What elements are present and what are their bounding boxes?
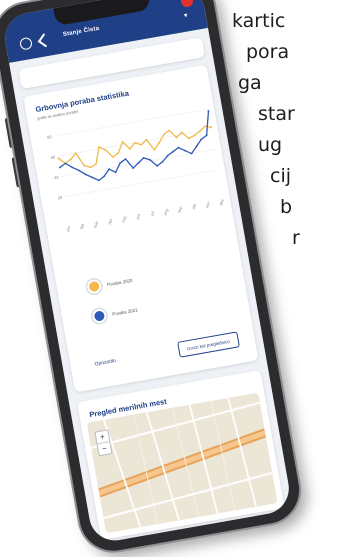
data-point xyxy=(207,110,210,112)
side-text-line: ga xyxy=(238,72,262,94)
side-text-line: kartic xyxy=(232,10,286,32)
chevron-down-icon[interactable]: ▾ xyxy=(183,11,189,20)
y-tick-label: 20 xyxy=(57,195,63,201)
app-title: Stanje Čista xyxy=(62,25,100,39)
settings-icon[interactable] xyxy=(19,36,33,51)
side-text-line: r xyxy=(292,227,300,249)
legend-swatch xyxy=(91,307,108,325)
side-text-line: pora xyxy=(246,41,290,63)
warning-link-button[interactable]: Opozorilo xyxy=(94,358,116,368)
series-line xyxy=(59,111,210,182)
x-tick-label: jun xyxy=(134,213,141,221)
side-text-line: star xyxy=(258,103,295,125)
x-tick-label: jul xyxy=(149,210,155,217)
x-tick-label: dec xyxy=(218,198,225,206)
map-card: Pregled merilnih mest + − xyxy=(77,369,285,541)
x-tick-label: feb xyxy=(79,222,86,230)
x-tick-label: maj xyxy=(120,215,127,223)
x-tick-label: apr xyxy=(107,217,114,225)
notification-badge[interactable] xyxy=(180,0,194,9)
x-tick-label: jan xyxy=(65,225,72,233)
legend-label: Poraba 2020 xyxy=(106,277,133,287)
x-tick-label: avg xyxy=(162,208,169,216)
y-tick-label: 60 xyxy=(50,154,56,160)
consumption-line-chart: 80 60 40 20 jan feb mar apr maj jun jul avg sep okt no… xyxy=(47,108,225,233)
export-button[interactable]: Izvozi kot preglednico xyxy=(176,331,240,358)
x-tick-label: mar xyxy=(92,220,99,229)
side-text-line: b xyxy=(280,196,293,218)
x-tick-label: sep xyxy=(176,205,183,213)
y-tick-label: 80 xyxy=(47,134,53,140)
side-text-line: cij xyxy=(270,165,292,187)
legend-item[interactable]: Poraba 2020 xyxy=(86,273,134,295)
x-tick-label: okt xyxy=(191,202,198,210)
legend-label: Poraba 2021 xyxy=(111,306,139,317)
x-tick-label: nov xyxy=(204,201,211,209)
back-icon[interactable] xyxy=(37,33,52,48)
chart-legend: Poraba 2020 Poraba 2021 xyxy=(86,273,142,340)
chart-card: Grbovnja poraba statistika grafa za anal… xyxy=(23,64,259,393)
legend-swatch xyxy=(86,278,103,295)
legend-item[interactable]: Poraba 2021 xyxy=(91,302,139,325)
zoom-out-button[interactable]: − xyxy=(98,442,112,455)
side-text-line: ug xyxy=(258,134,283,156)
y-tick-label: 40 xyxy=(54,174,60,180)
grid-line xyxy=(65,169,219,197)
